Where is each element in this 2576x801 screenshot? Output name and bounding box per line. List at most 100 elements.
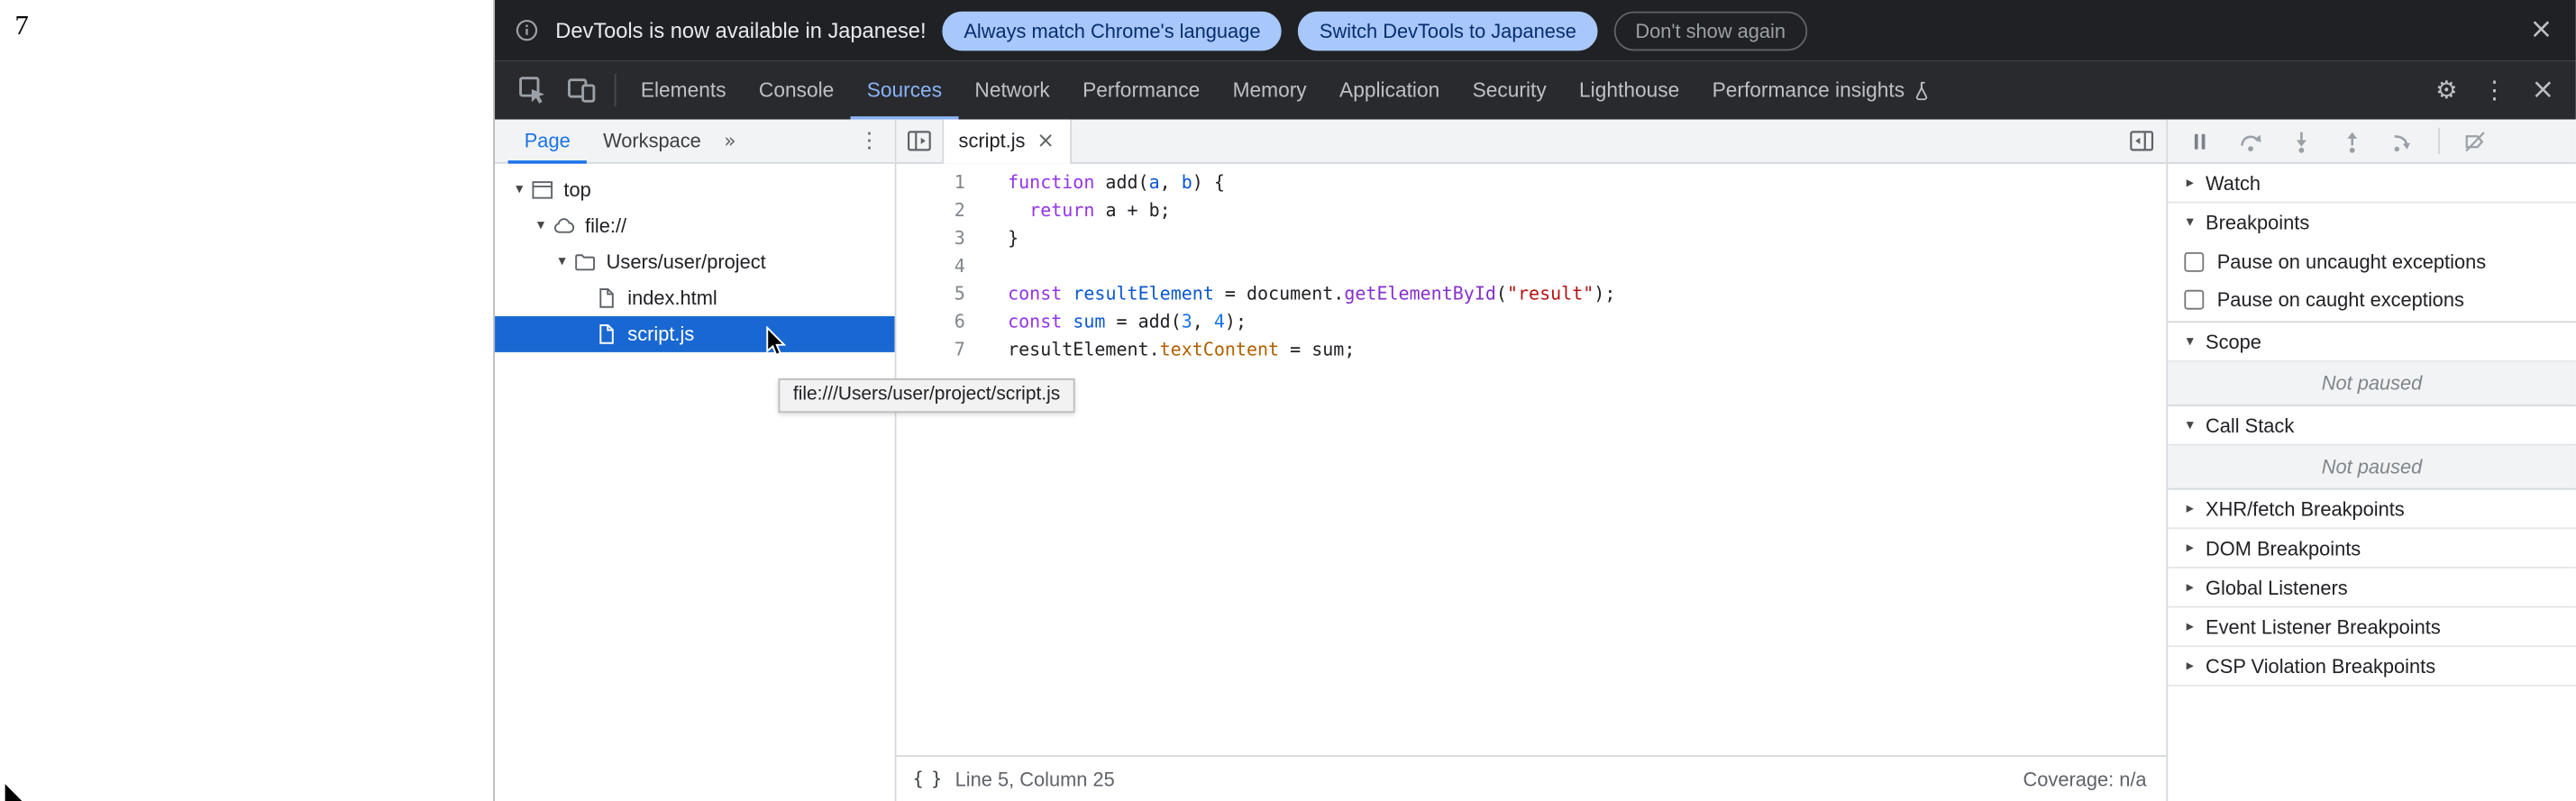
caret-collapsed-icon[interactable]: ▸ (2181, 175, 2199, 191)
tab-elements[interactable]: Elements (625, 60, 743, 119)
editor-tab-label: script.js (959, 130, 1026, 152)
tab-performance[interactable]: Performance (1066, 60, 1216, 119)
line-number[interactable]: 5 (896, 280, 978, 308)
step-over-button[interactable] (2238, 129, 2262, 153)
file-icon (595, 323, 617, 345)
tree-item-script-js[interactable]: script.js (495, 316, 895, 352)
tree-item-top[interactable]: ▾top (495, 172, 895, 208)
checkbox-row-pause-on-uncaught-exceptions[interactable]: Pause on uncaught exceptions (2168, 242, 2576, 280)
section-scope[interactable]: ▾Scope (2168, 323, 2576, 362)
tab-network[interactable]: Network (958, 60, 1066, 119)
devtools-close-button[interactable]: × (2531, 74, 2554, 106)
section-label: Watch (2206, 171, 2261, 194)
code-line[interactable]: 3} (896, 224, 2166, 252)
line-number[interactable]: 7 (896, 336, 978, 364)
device-toolbar-icon[interactable] (567, 76, 597, 105)
caret-collapsed-icon[interactable]: ▸ (2181, 540, 2199, 556)
tab-label: Elements (641, 78, 726, 101)
line-number[interactable]: 1 (896, 168, 978, 196)
debugger-sections: ▸ Watch ▾Breakpoints Pause on uncaught exce… (2168, 164, 2576, 687)
code-line[interactable]: 5const resultElement = document.getEleme… (896, 280, 2166, 308)
switch-devtools-to-japanese-button[interactable]: Switch DevTools to Japanese (1298, 11, 1597, 50)
devtools-toolbar: ElementsConsoleSourcesNetworkPerformance… (495, 60, 2576, 119)
tree-item-file[interactable]: ▾file:// (495, 208, 895, 244)
step-into-button[interactable] (2289, 129, 2314, 153)
more-tabs-icon[interactable]: » (724, 130, 735, 152)
tab-lighthouse[interactable]: Lighthouse (1563, 60, 1696, 119)
code-line[interactable]: 7resultElement.textContent = sum; (896, 336, 2166, 364)
checkbox-row-pause-on-caught-exceptions[interactable]: Pause on caught exceptions (2168, 280, 2576, 318)
caret-collapsed-icon[interactable]: ▸ (2181, 500, 2199, 516)
section-event-listener-breakpoints[interactable]: ▸Event Listener Breakpoints (2168, 607, 2576, 647)
not-paused-message: Not paused (2168, 362, 2576, 406)
more-options-icon[interactable]: ⋮ (2482, 76, 2507, 105)
step-out-button[interactable] (2340, 129, 2364, 153)
section-global-listeners[interactable]: ▸Global Listeners (2168, 569, 2576, 608)
line-number[interactable]: 4 (896, 252, 978, 280)
toolbar-divider (2438, 128, 2440, 154)
toggle-debugger-sidebar-icon[interactable] (2129, 128, 2155, 154)
code-text: resultElement.textContent = sum; (978, 336, 1355, 364)
code-text: const resultElement = document.getElemen… (978, 280, 1615, 308)
section-call-stack[interactable]: ▾Call Stack (2168, 406, 2576, 446)
section-watch[interactable]: ▸ Watch (2168, 164, 2576, 204)
code-text: } (978, 224, 1019, 252)
code-line[interactable]: 2 return a + b; (896, 196, 2166, 224)
inspect-element-icon[interactable] (517, 76, 547, 105)
code-line[interactable]: 6const sum = add(3, 4); (896, 308, 2166, 336)
tab-console[interactable]: Console (743, 60, 851, 119)
tab-close-icon[interactable]: × (1037, 131, 1055, 152)
settings-gear-icon[interactable]: ⚙ (2435, 76, 2457, 105)
pretty-print-button[interactable]: { } (913, 769, 941, 790)
code-line[interactable]: 4 (896, 252, 2166, 280)
editor-status-bar: { } Line 5, Column 25 Coverage: n/a (896, 755, 2166, 801)
tab-security[interactable]: Security (1456, 60, 1562, 119)
always-match-chrome-s-language-button[interactable]: Always match Chrome's language (943, 11, 1282, 50)
caret-expanded-icon[interactable]: ▾ (551, 254, 573, 270)
code-line[interactable]: 1function add(a, b) { (896, 168, 2166, 196)
language-infobar: DevTools is now available in Japanese! A… (495, 0, 2576, 60)
caret-expanded-icon[interactable]: ▾ (2181, 333, 2199, 350)
toolbar-right: ⚙ ⋮ × (2435, 74, 2576, 106)
line-number[interactable]: 3 (896, 224, 978, 252)
caret-expanded-icon[interactable]: ▾ (2181, 417, 2199, 433)
navigator-tab-workspace[interactable]: Workspace (587, 119, 717, 163)
toggle-navigator-icon[interactable] (906, 128, 932, 154)
step-button[interactable] (2390, 129, 2415, 153)
section-csp-violation-breakpoints[interactable]: ▸CSP Violation Breakpoints (2168, 647, 2576, 687)
file-icon (595, 287, 617, 309)
tab-application[interactable]: Application (1323, 60, 1457, 119)
info-icon (515, 18, 539, 42)
navigator-toolbar: PageWorkspace » ⋮ (495, 120, 895, 164)
section-xhr-fetch-breakpoints[interactable]: ▸ XHR/fetch Breakpoints (2168, 490, 2576, 530)
tab-memory[interactable]: Memory (1216, 60, 1322, 119)
section-label: XHR/fetch Breakpoints (2206, 497, 2405, 520)
caret-expanded-icon[interactable]: ▾ (529, 218, 552, 234)
checkbox-unchecked[interactable] (2184, 289, 2204, 309)
navigator-more-options-icon[interactable]: ⋮ (859, 129, 881, 153)
editor-tab-script-js[interactable]: script.js × (942, 119, 1071, 163)
caret-expanded-icon[interactable]: ▾ (508, 182, 531, 198)
deactivate-breakpoints-button[interactable] (2462, 129, 2487, 153)
infobar-close-button[interactable]: × (2530, 16, 2553, 44)
don-t-show-again-button[interactable]: Don't show again (1614, 11, 1807, 50)
checkbox-label[interactable]: Pause on uncaught exceptions (2217, 250, 2486, 272)
code-editor[interactable]: 1function add(a, b) {2 return a + b;3}45… (896, 164, 2166, 755)
tab-sources[interactable]: Sources (851, 60, 959, 119)
tab-performance-insights[interactable]: Performance insights (1695, 60, 1950, 119)
line-number[interactable]: 2 (896, 196, 978, 224)
section-breakpoints[interactable]: ▾Breakpoints (2168, 203, 2576, 242)
pause-button[interactable] (2188, 129, 2212, 153)
caret-collapsed-icon[interactable]: ▸ (2181, 618, 2199, 634)
caret-expanded-icon[interactable]: ▾ (2181, 214, 2199, 231)
caret-collapsed-icon[interactable]: ▸ (2181, 658, 2199, 674)
navigator-tab-page[interactable]: Page (508, 119, 587, 163)
tree-item-index-html[interactable]: index.html (495, 280, 895, 316)
checkbox-label[interactable]: Pause on caught exceptions (2217, 287, 2464, 310)
code-text: const sum = add(3, 4); (978, 308, 1247, 336)
caret-collapsed-icon[interactable]: ▸ (2181, 579, 2199, 596)
section-dom-breakpoints[interactable]: ▸DOM Breakpoints (2168, 529, 2576, 569)
checkbox-unchecked[interactable] (2184, 251, 2204, 271)
tree-item-users-user-project[interactable]: ▾Users/user/project (495, 244, 895, 280)
line-number[interactable]: 6 (896, 308, 978, 336)
